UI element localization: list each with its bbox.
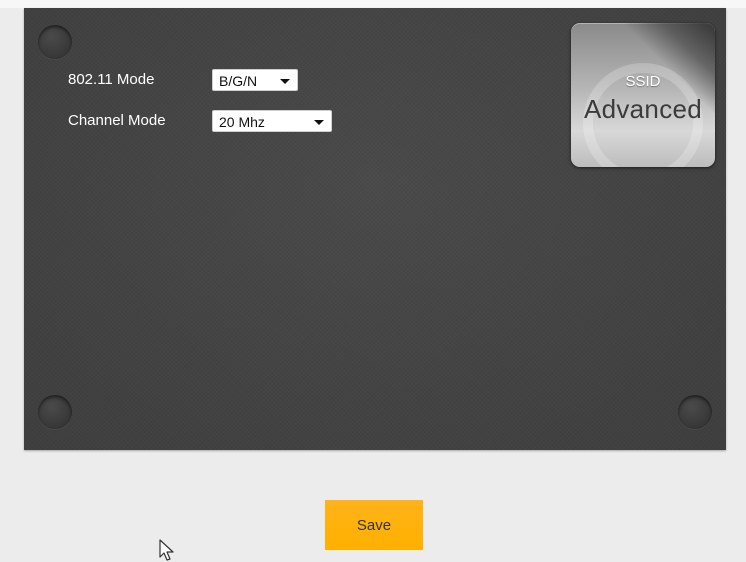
badge-title: SSID [625, 73, 661, 90]
badge-subtitle: Advanced [583, 94, 703, 124]
mode-80211-row: 802.11 Mode B/G/N [68, 68, 298, 92]
channel-mode-value: 20 Mhz [219, 114, 265, 130]
mode-80211-select[interactable]: B/G/N [212, 69, 298, 91]
page: 802.11 Mode B/G/N Channel Mode 20 Mhz SS… [0, 0, 746, 562]
caret-down-icon [314, 120, 324, 125]
mode-80211-label: 802.11 Mode [68, 71, 155, 88]
channel-mode-label: Channel Mode [68, 112, 166, 129]
ssid-advanced-badge: SSID Advanced [571, 23, 715, 167]
mode-80211-value: B/G/N [219, 73, 258, 89]
mouse-pointer-icon [159, 539, 174, 561]
top-strip [0, 0, 746, 8]
caret-down-icon [280, 79, 290, 84]
screw-decoration [38, 395, 72, 429]
channel-mode-row: Channel Mode 20 Mhz [68, 109, 332, 133]
save-button[interactable]: Save [325, 500, 423, 550]
channel-mode-select[interactable]: 20 Mhz [212, 110, 332, 132]
screw-decoration [38, 25, 72, 59]
settings-panel: 802.11 Mode B/G/N Channel Mode 20 Mhz SS… [24, 8, 726, 450]
screw-decoration [678, 395, 712, 429]
